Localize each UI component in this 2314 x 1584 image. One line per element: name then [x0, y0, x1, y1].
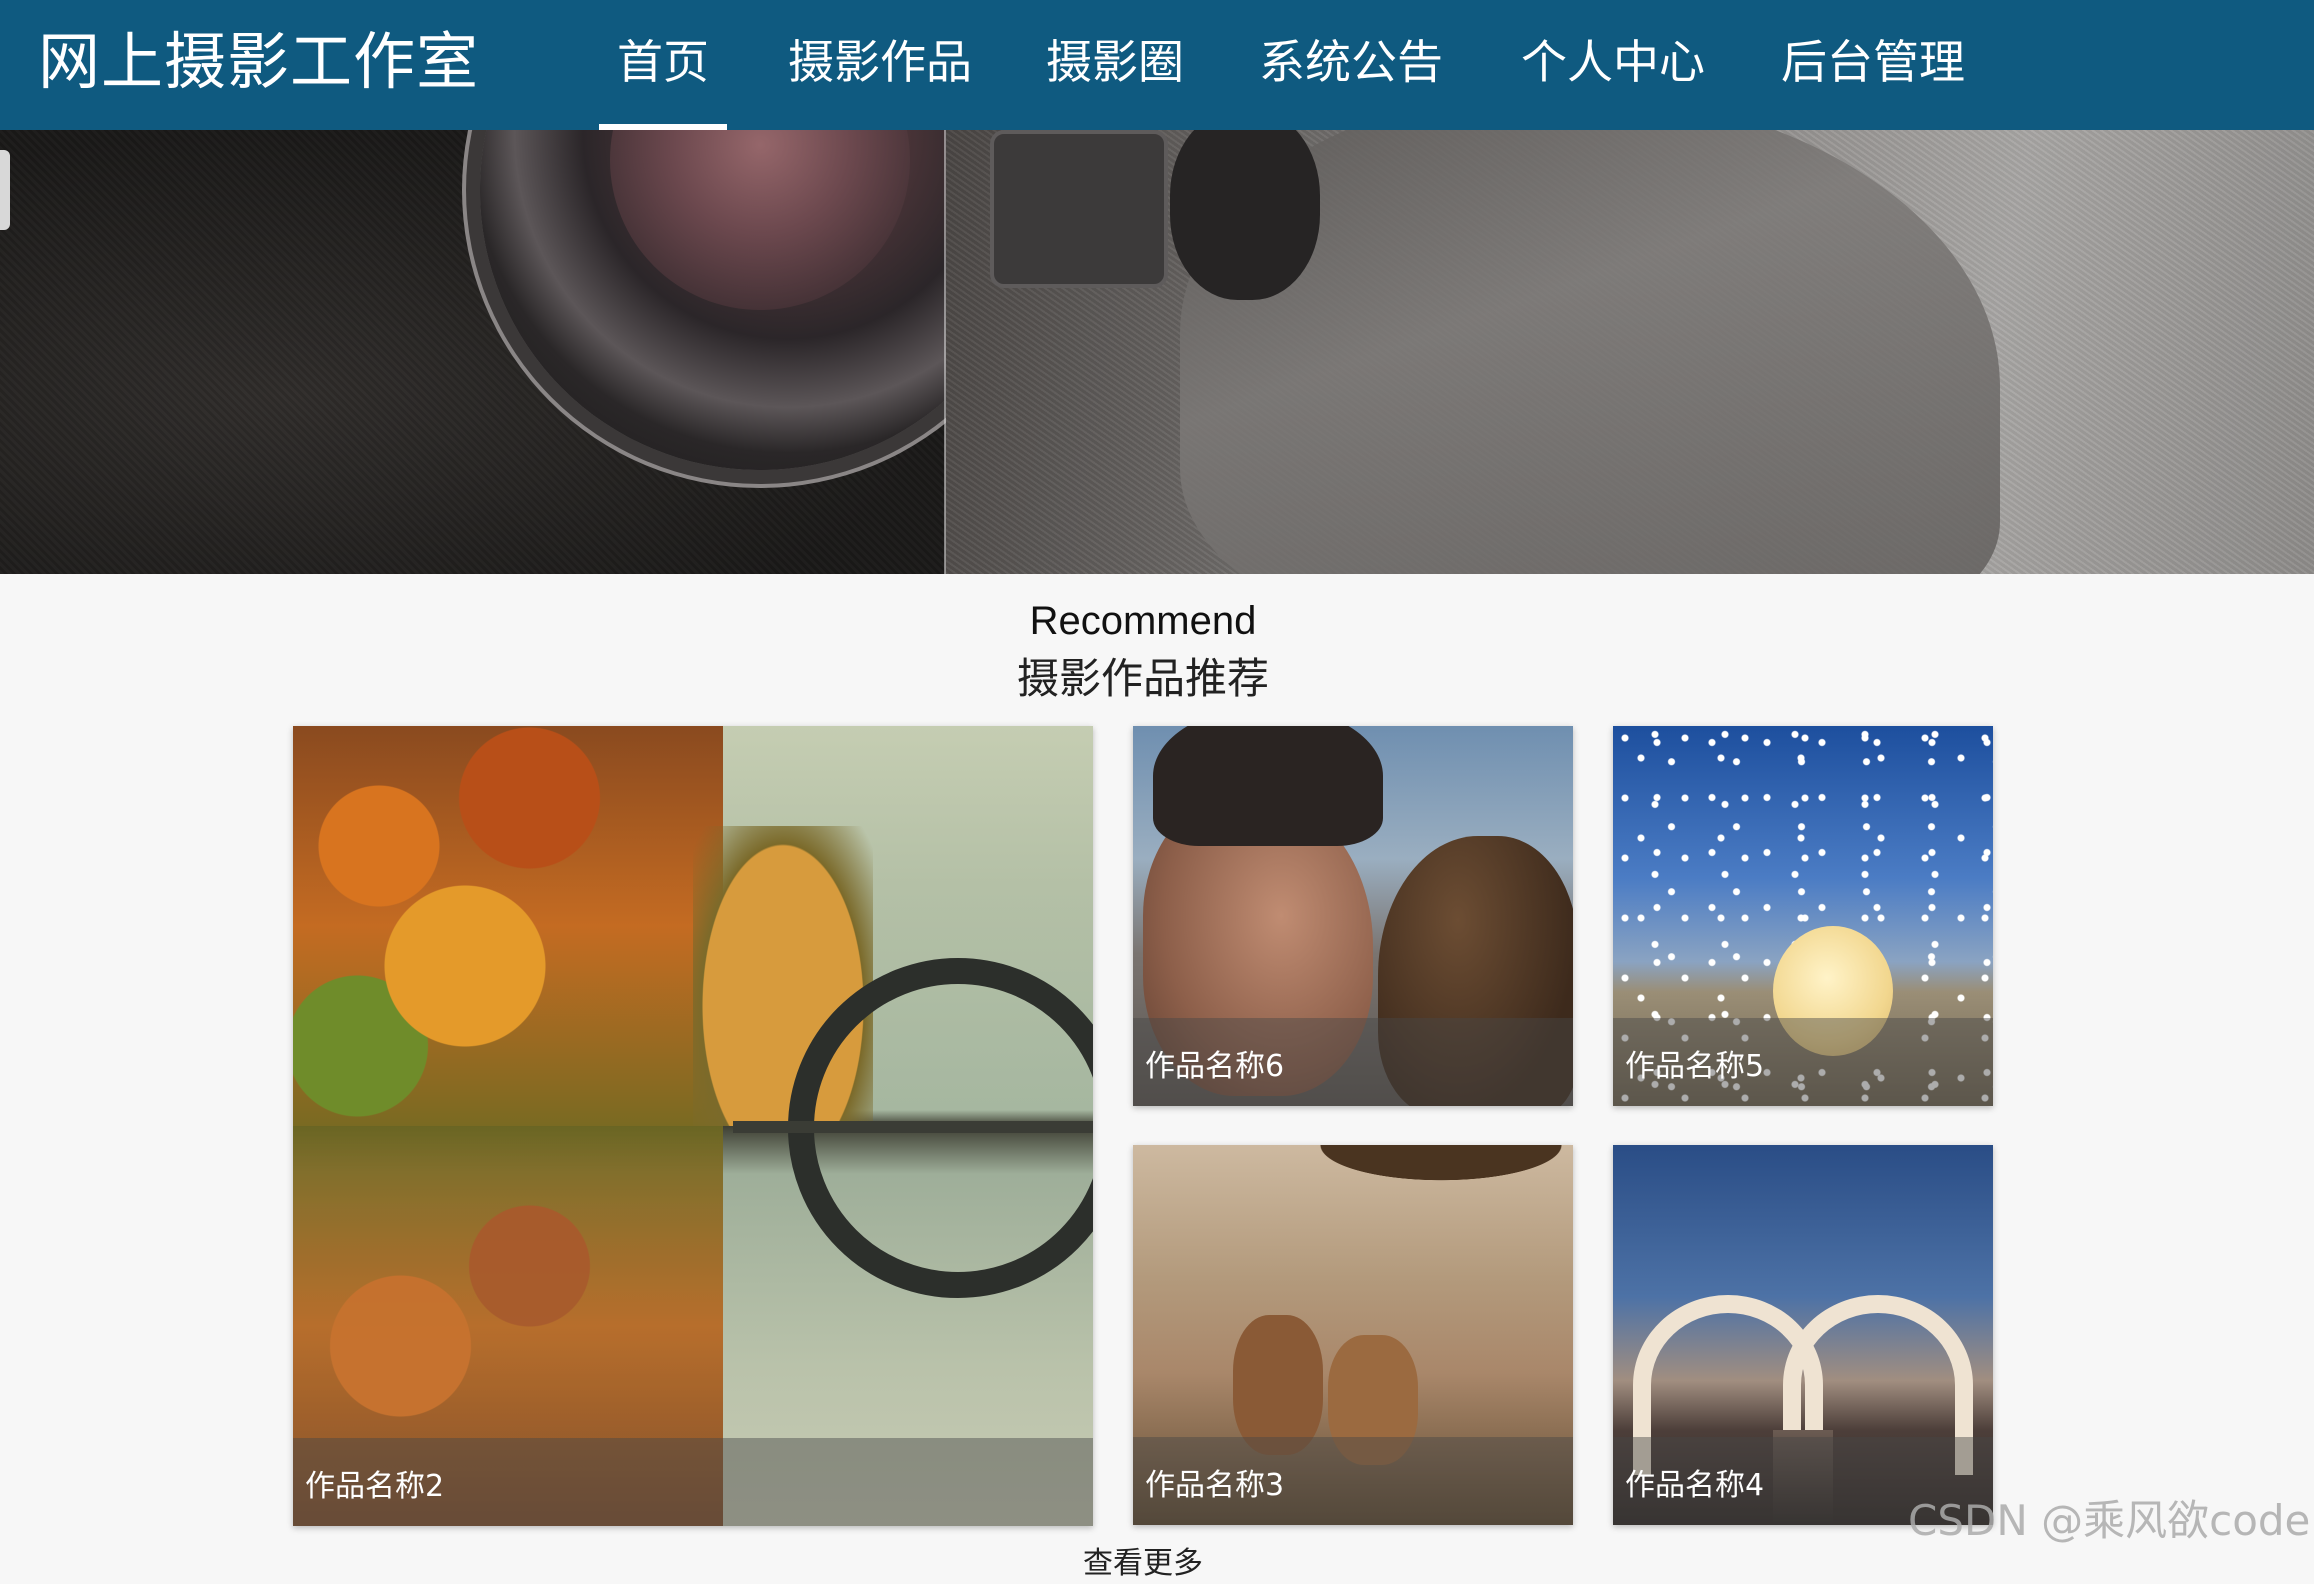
bridge-deck	[733, 1121, 1093, 1133]
side-scroll-tab[interactable]	[0, 150, 10, 230]
work-card-2[interactable]: 作品名称2	[293, 726, 1093, 1526]
section-title-en: Recommend	[1029, 599, 1257, 643]
section-title-zh: 摄影作品推荐	[1016, 654, 1269, 703]
hero-carousel[interactable]	[0, 130, 2314, 574]
nav-personal-center[interactable]: 个人中心	[1516, 28, 1710, 130]
tree-branch-image	[1133, 1145, 1573, 1235]
work-card-4[interactable]: 作品名称4	[1613, 1145, 1993, 1525]
nav-works[interactable]: 摄影作品	[780, 28, 980, 130]
top-navbar: 网上摄影工作室 首页 摄影作品 摄影圈 系统公告 个人中心 后台管理	[0, 0, 2314, 130]
work-card-3[interactable]: 作品名称3	[1133, 1145, 1573, 1525]
man-hat	[1153, 726, 1383, 846]
work-card-5[interactable]: 作品名称5	[1613, 726, 1993, 1106]
work-caption: 作品名称5	[1613, 1018, 1993, 1106]
nav-admin[interactable]: 后台管理	[1776, 28, 1970, 130]
nav-announcements[interactable]: 系统公告	[1254, 28, 1448, 130]
deer-image-left	[1233, 1315, 1323, 1455]
work-caption: 作品名称6	[1133, 1018, 1573, 1106]
work-caption: 作品名称2	[293, 1438, 1093, 1526]
nav-home[interactable]: 首页	[599, 28, 727, 130]
banner-divider	[944, 130, 946, 574]
view-more-link[interactable]: 查看更多	[0, 1544, 2286, 1584]
autumn-trees-image	[293, 726, 723, 1126]
work-caption: 作品名称3	[1133, 1437, 1573, 1525]
work-card-6[interactable]: 作品名称6	[1133, 726, 1573, 1106]
photographer-head	[1170, 130, 1320, 300]
nav-circle[interactable]: 摄影圈	[1036, 28, 1194, 130]
csdn-watermark: CSDN @乘风欲code	[1908, 1496, 2311, 1545]
camera-body-image	[990, 130, 1168, 288]
site-brand[interactable]: 网上摄影工作室	[38, 22, 479, 102]
